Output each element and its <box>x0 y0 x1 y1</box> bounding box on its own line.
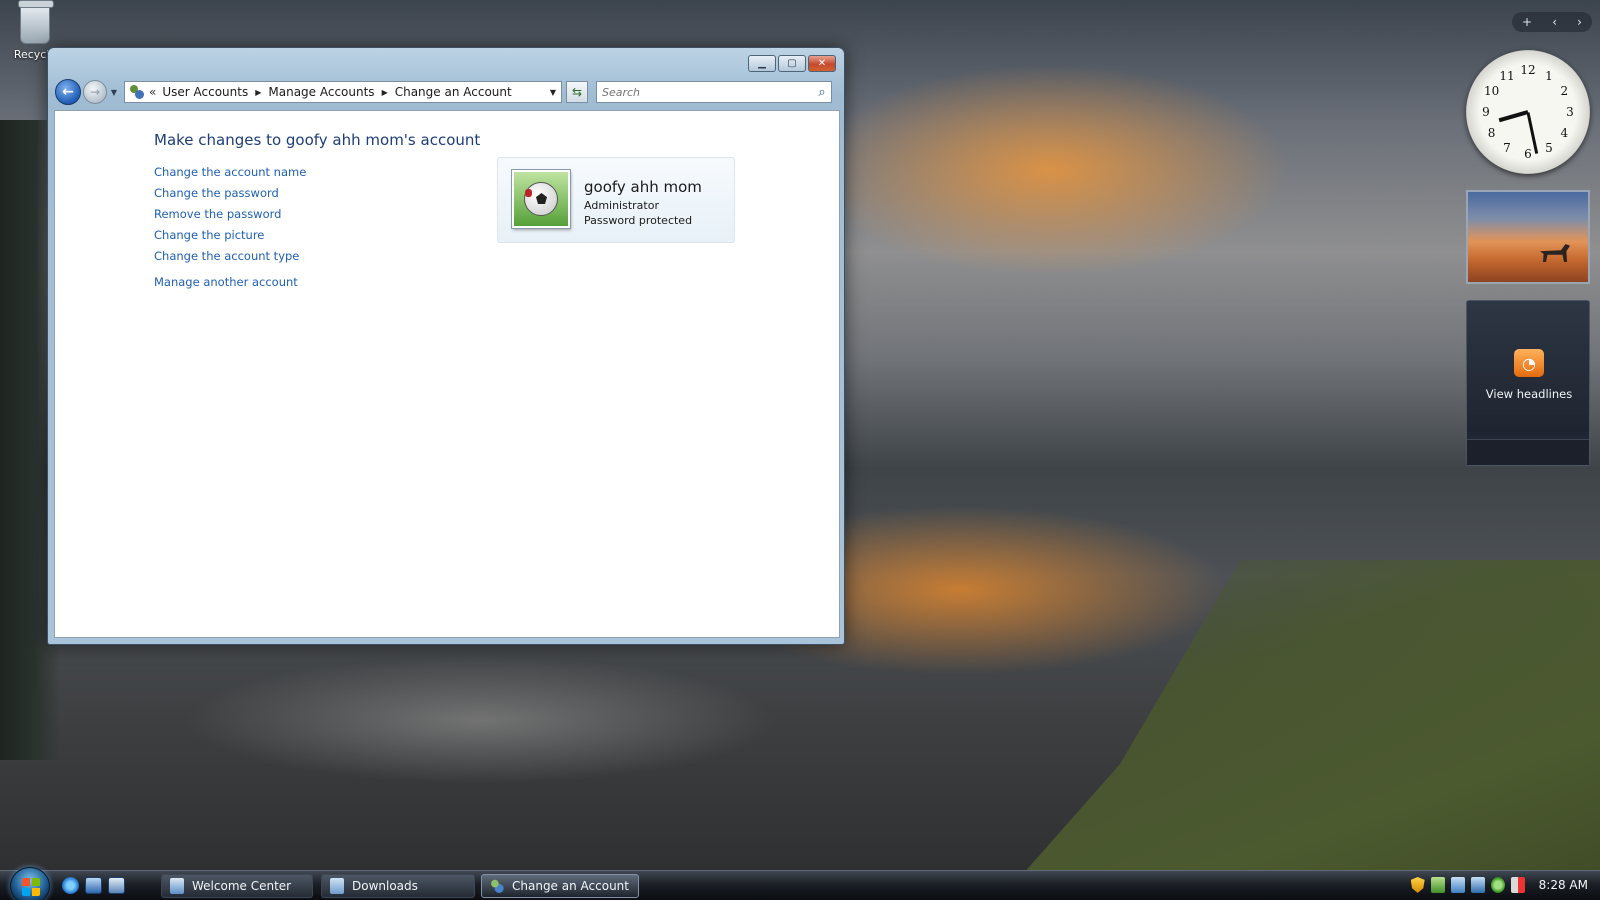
remove-password-link[interactable]: Remove the password <box>154 207 306 221</box>
arrow-right-icon: → <box>89 85 101 99</box>
taskbar-clock[interactable]: 8:28 AM <box>1539 878 1588 892</box>
taskbar: Welcome Center Downloads Change an Accou… <box>0 867 1600 900</box>
search-box: ⌕ <box>596 81 832 103</box>
taskbar-button-change-an-account[interactable]: Change an Account <box>481 874 639 898</box>
breadcrumb-user-accounts[interactable]: User Accounts <box>162 85 248 99</box>
notification-area: 8:28 AM <box>1410 877 1588 893</box>
clock-gadget[interactable]: 12 1 2 3 4 5 6 7 8 9 10 11 <box>1466 50 1590 174</box>
add-gadget-icon[interactable]: + <box>1522 15 1532 29</box>
breadcrumb-separator-icon[interactable]: ▶ <box>382 88 388 97</box>
next-page-icon[interactable]: › <box>1577 15 1582 29</box>
breadcrumb-separator-icon[interactable]: ▶ <box>255 88 261 97</box>
taskbar-button-label: Change an Account <box>512 879 629 893</box>
sidebar-toolbar: + ‹ › <box>1512 12 1592 32</box>
account-name: goofy ahh mom <box>584 178 702 196</box>
clock-numeral: 5 <box>1545 141 1553 156</box>
change-account-type-link[interactable]: Change the account type <box>154 249 306 263</box>
maximize-button[interactable]: ▢ <box>778 55 806 72</box>
soccer-ball-icon <box>524 182 558 216</box>
account-tile: goofy ahh mom Administrator Password pro… <box>497 157 735 243</box>
shield-icon[interactable] <box>1410 877 1425 893</box>
ie-icon[interactable] <box>62 877 79 894</box>
users-icon <box>490 878 504 894</box>
breadcrumb-manage-accounts[interactable]: Manage Accounts <box>268 85 374 99</box>
change-account-name-link[interactable]: Change the account name <box>154 165 306 179</box>
taskbar-button-label: Welcome Center <box>192 879 292 893</box>
monitor-icon[interactable] <box>1470 877 1485 893</box>
breadcrumb-change-an-account[interactable]: Change an Account <box>395 85 512 99</box>
start-button[interactable] <box>10 867 50 900</box>
network-icon[interactable] <box>1430 877 1445 893</box>
clock-numeral: 6 <box>1524 147 1532 161</box>
clock-hour-hand <box>1498 110 1529 123</box>
view-headlines-label[interactable]: View headlines <box>1467 387 1591 401</box>
slideshow-gadget[interactable] <box>1466 190 1590 284</box>
clock-numeral: 12 <box>1520 63 1536 77</box>
switch-windows-icon[interactable] <box>108 877 125 894</box>
clock-numeral: 1 <box>1545 68 1553 83</box>
clock-numeral: 11 <box>1499 68 1515 83</box>
volume-muted-icon[interactable] <box>1510 877 1525 893</box>
clock-numeral: 9 <box>1482 105 1490 119</box>
sidebar-tray-icon[interactable] <box>1450 877 1465 893</box>
quick-launch <box>62 877 125 894</box>
refresh-button[interactable]: ⇆ <box>566 81 588 103</box>
history-dropdown[interactable]: ▼ <box>108 88 120 97</box>
account-type: Administrator <box>584 199 659 212</box>
change-picture-link[interactable]: Change the picture <box>154 228 306 242</box>
search-input[interactable] <box>602 85 813 99</box>
change-account-window: ▁ ▢ ✕ ← → ▼ « User Accounts ▶ Manage Acc… <box>47 47 845 645</box>
forward-button[interactable]: → <box>83 80 107 104</box>
update-icon[interactable] <box>1490 877 1505 893</box>
recycle-bin-icon <box>18 0 54 44</box>
minimize-button[interactable]: ▁ <box>748 55 776 72</box>
change-password-link[interactable]: Change the password <box>154 186 306 200</box>
arrow-left-icon: ← <box>62 84 74 100</box>
previous-page-icon[interactable]: ‹ <box>1552 15 1557 29</box>
page-title: Make changes to goofy ahh mom's account <box>154 131 481 149</box>
clock-numeral: 2 <box>1560 84 1569 98</box>
account-status: Password protected <box>584 214 693 227</box>
clock-numeral: 3 <box>1566 105 1574 119</box>
taskbar-button-welcome-center[interactable]: Welcome Center <box>161 874 313 898</box>
user-accounts-icon <box>129 84 145 100</box>
caption-buttons: ▁ ▢ ✕ <box>748 55 836 72</box>
content-pane: Make changes to goofy ahh mom's account … <box>54 110 840 638</box>
account-picture <box>511 169 571 229</box>
welcome-icon <box>170 878 184 894</box>
clock-numeral: 4 <box>1560 126 1569 140</box>
taskbar-button-label: Downloads <box>352 879 418 893</box>
folder-icon <box>330 878 344 894</box>
refresh-icon: ⇆ <box>571 85 583 99</box>
task-list: Change the account name Change the passw… <box>154 165 306 296</box>
windows-logo-icon <box>22 878 40 896</box>
feed-footer <box>1467 439 1589 465</box>
address-bar[interactable]: « User Accounts ▶ Manage Accounts ▶ Chan… <box>124 81 562 103</box>
oryx-desert-photo <box>1540 244 1570 262</box>
taskbar-button-downloads[interactable]: Downloads <box>321 874 475 898</box>
clock-numeral: 10 <box>1483 84 1500 98</box>
clock-numeral: 7 <box>1503 141 1511 156</box>
close-button[interactable]: ✕ <box>808 55 836 72</box>
manage-another-account-link[interactable]: Manage another account <box>154 275 306 289</box>
navigation-bar: ← → ▼ « User Accounts ▶ Manage Accounts … <box>55 78 837 106</box>
address-dropdown-icon[interactable]: ▼ <box>545 88 561 97</box>
search-icon[interactable]: ⌕ <box>813 85 831 100</box>
back-button[interactable]: ← <box>55 79 81 105</box>
rss-icon: ◔ <box>1514 349 1544 377</box>
feed-headlines-gadget[interactable]: ◔ View headlines <box>1466 300 1590 466</box>
show-desktop-icon[interactable] <box>85 877 102 894</box>
clock-numeral: 8 <box>1487 126 1496 140</box>
wallpaper-grass <box>1000 560 1600 900</box>
breadcrumb-overflow-icon[interactable]: « <box>149 85 156 99</box>
